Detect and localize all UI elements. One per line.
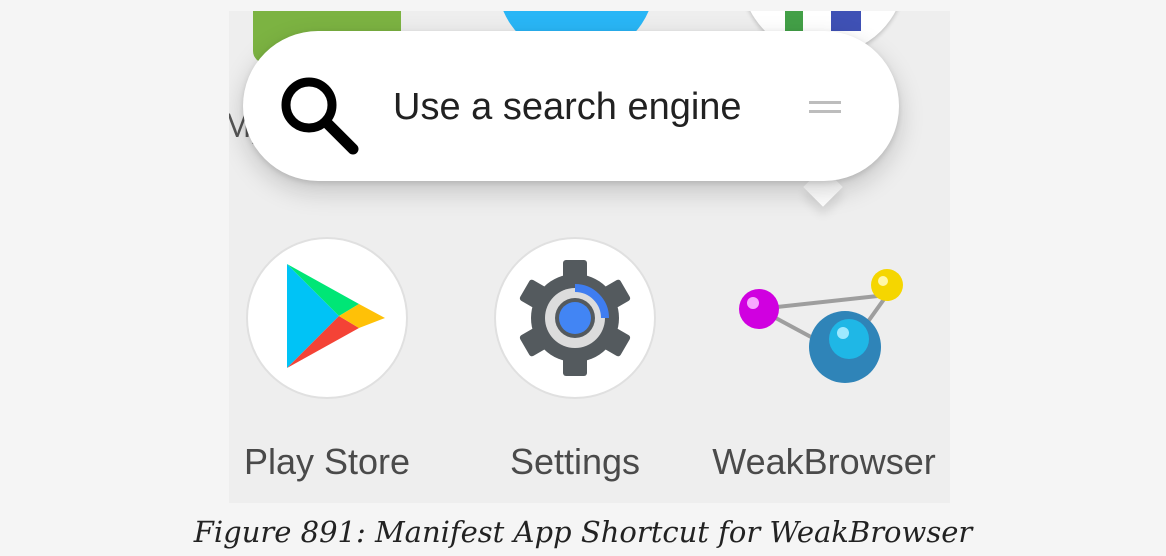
settings-gear-icon[interactable] <box>493 236 657 400</box>
figure-caption: Figure 891: Manifest App Shortcut for We… <box>193 515 973 549</box>
play-store-icon[interactable] <box>245 236 409 400</box>
drag-handle-icon[interactable] <box>805 95 845 119</box>
app-label-settings: Settings <box>509 441 641 482</box>
app-label-weakbrowser: WeakBrowser <box>712 441 936 482</box>
app-shortcut-popup: Use a search engine <box>243 31 899 181</box>
app-label-play-store: Play Store <box>243 441 411 482</box>
search-icon <box>281 77 359 155</box>
shortcut-label: Use a search engine <box>393 86 742 128</box>
shortcut-item-search[interactable]: Use a search engine <box>243 31 899 181</box>
weakbrowser-molecule-icon[interactable] <box>737 261 909 391</box>
launcher-screen: My Use a search engine Play Store <box>229 11 950 503</box>
